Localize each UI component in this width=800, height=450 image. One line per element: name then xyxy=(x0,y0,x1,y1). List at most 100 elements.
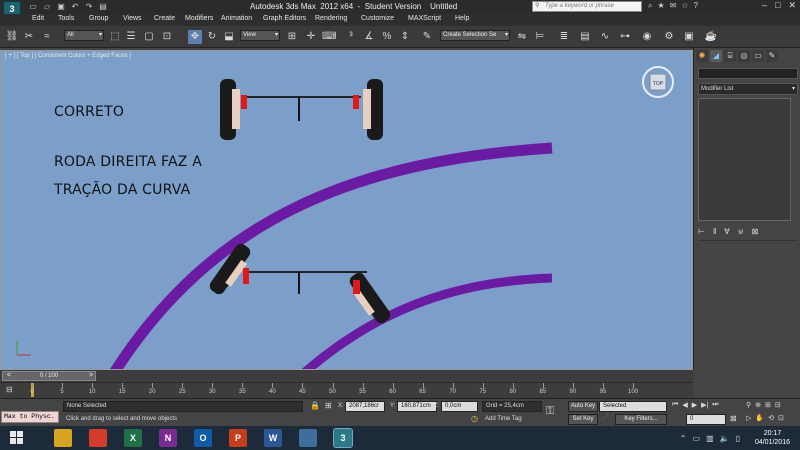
modify-icon[interactable]: ◢ xyxy=(710,50,722,62)
utilities-icon[interactable]: ✎ xyxy=(766,50,778,62)
graphite-ribbon-icon[interactable]: ▤ xyxy=(578,30,592,44)
search-icon[interactable]: ⌕ xyxy=(648,1,652,11)
maxscript-listener[interactable]: Max to Physc. xyxy=(1,411,59,423)
open-file-icon[interactable]: ▱ xyxy=(42,2,52,11)
modifier-list-dropdown[interactable]: Modifier List ▾ xyxy=(698,83,798,95)
menu-animation[interactable]: Animation xyxy=(221,15,252,22)
render-setup-icon[interactable]: ⚙ xyxy=(662,30,676,44)
spinner-snap-icon[interactable]: ⇕ xyxy=(398,30,412,44)
menu-create[interactable]: Create xyxy=(154,15,175,22)
schematic-view-icon[interactable]: ⊶ xyxy=(618,30,632,44)
bottom-axle-assembly[interactable] xyxy=(207,241,392,327)
select-object-icon[interactable]: ⬚ xyxy=(108,30,122,44)
pin-stack-icon[interactable]: ⊢ xyxy=(698,227,705,236)
minimize-button[interactable]: – xyxy=(762,0,767,11)
next-frame-icon[interactable]: > xyxy=(89,372,93,380)
select-by-name-icon[interactable]: ☰ xyxy=(124,30,138,44)
unlink-icon[interactable]: ✂ xyxy=(22,30,36,44)
default-in-out-tangents-icon[interactable]: ⋰ xyxy=(601,413,609,422)
hierarchy-icon[interactable]: ⌸ xyxy=(724,50,736,62)
menu-customize[interactable]: Customize xyxy=(361,15,394,22)
excel-icon[interactable]: X xyxy=(124,429,142,447)
render-production-icon[interactable]: ☕ xyxy=(704,30,718,44)
volume-icon[interactable]: 🔈 xyxy=(720,434,730,443)
configure-modifier-sets-icon[interactable]: ⊠ xyxy=(752,227,759,236)
word-icon[interactable]: W xyxy=(264,429,282,447)
top-axle-assembly[interactable] xyxy=(220,79,383,140)
select-manipulate-icon[interactable]: ✛ xyxy=(304,30,318,44)
snaps-toggle-icon[interactable]: ³ xyxy=(344,30,358,44)
field-of-view-icon[interactable]: ▷ xyxy=(746,414,751,422)
rendered-frame-window-icon[interactable]: ▣ xyxy=(682,30,696,44)
edit-named-selection-icon[interactable]: ✎ xyxy=(420,30,434,44)
object-name-field[interactable] xyxy=(698,68,798,79)
lock-selection-icon[interactable]: 🔒 xyxy=(310,401,320,410)
menu-views[interactable]: Views xyxy=(123,15,142,22)
clock[interactable]: 20:17 04/01/2016 xyxy=(755,429,790,447)
zoom-extents-all-icon[interactable]: ⊟ xyxy=(775,401,781,409)
keyboard-shortcut-override-icon[interactable]: ⌨ xyxy=(322,30,336,44)
align-icon[interactable]: ⊨ xyxy=(533,30,547,44)
key-filters-button[interactable]: Key Filters... xyxy=(615,414,667,425)
angle-snap-icon[interactable]: ∡ xyxy=(362,30,376,44)
time-tag-icon[interactable]: ◷ xyxy=(471,414,478,423)
bind-space-warp-icon[interactable]: ≈ xyxy=(40,30,54,44)
named-selection-set-dropdown[interactable]: Create Selection Se ▾ xyxy=(440,30,510,41)
x-coordinate-field[interactable]: 2087,186cr xyxy=(345,401,385,412)
time-slider-thumb[interactable]: < 0 / 100 > xyxy=(2,371,96,381)
new-file-icon[interactable]: ▭ xyxy=(28,2,38,11)
3dsmax-icon[interactable]: 3 xyxy=(333,428,353,448)
battery-icon[interactable]: ▭ xyxy=(693,434,701,443)
menu-tools[interactable]: Tools xyxy=(58,15,74,22)
add-time-tag[interactable]: Add Time Tag xyxy=(485,416,522,422)
powerpoint-icon[interactable]: P xyxy=(229,429,247,447)
save-icon[interactable]: ▣ xyxy=(56,2,66,11)
communication-icon[interactable]: ✉ xyxy=(670,1,677,11)
z-coordinate-field[interactable]: 0,0cm xyxy=(441,401,478,412)
viewcube[interactable]: TOP xyxy=(642,66,674,98)
menu-maxscript[interactable]: MAXScript xyxy=(408,15,441,22)
set-key-button[interactable]: Set Key xyxy=(568,414,598,425)
outlook-icon[interactable]: O xyxy=(194,429,212,447)
current-frame-field[interactable]: 0 xyxy=(686,414,726,425)
display-icon[interactable]: ▭ xyxy=(752,50,764,62)
previous-frame-icon[interactable]: < xyxy=(7,372,11,380)
absolute-mode-icon[interactable]: ⊞ xyxy=(325,401,332,410)
redo-icon[interactable]: ↷ xyxy=(84,2,94,11)
zoom-all-icon[interactable]: ⊕ xyxy=(755,401,761,409)
next-key-icon[interactable]: ▶| xyxy=(701,401,708,409)
show-end-result-icon[interactable]: ‖ xyxy=(713,227,716,236)
layer-manager-icon[interactable]: ≣ xyxy=(557,30,571,44)
onenote-icon[interactable]: N xyxy=(159,429,177,447)
photos-icon[interactable] xyxy=(299,429,317,447)
start-button[interactable] xyxy=(10,431,24,445)
window-crossing-icon[interactable]: ⊡ xyxy=(160,30,174,44)
maximize-button[interactable]: □ xyxy=(775,0,780,11)
orbit-icon[interactable]: ⟲ xyxy=(768,414,774,422)
modifier-stack[interactable] xyxy=(698,98,791,221)
go-to-start-icon[interactable]: ⏮ xyxy=(672,401,678,409)
file-explorer-icon[interactable] xyxy=(54,429,72,447)
favorites-icon[interactable]: ☆ xyxy=(681,1,688,11)
zoom-extents-icon[interactable]: ⊞ xyxy=(765,401,771,409)
menu-rendering[interactable]: Rendering xyxy=(315,15,347,22)
notifications-icon[interactable]: ▯ xyxy=(736,434,740,443)
menu-help[interactable]: Help xyxy=(455,15,469,22)
create-icon[interactable]: ✺ xyxy=(696,50,708,62)
make-unique-icon[interactable]: ∀ xyxy=(724,227,729,236)
menu-edit[interactable]: Edit xyxy=(32,15,44,22)
menu-modifiers[interactable]: Modifiers xyxy=(185,15,213,22)
zoom-icon[interactable]: ⚲ xyxy=(746,401,751,409)
chevron-up-icon[interactable]: ⌃ xyxy=(680,434,687,443)
network-icon[interactable]: ▥ xyxy=(706,434,714,443)
mini-curve-editor-icon[interactable]: ⊟ xyxy=(6,385,13,394)
select-and-link-icon[interactable]: ⛓ xyxy=(5,30,19,44)
auto-key-button[interactable]: Auto Key xyxy=(568,401,598,412)
play-icon[interactable]: ▶ xyxy=(692,401,697,409)
menu-graph-editors[interactable]: Graph Editors xyxy=(263,15,306,22)
select-and-move-icon[interactable]: ✥ xyxy=(188,30,202,44)
set-key-icon[interactable]: ⚿ xyxy=(546,405,554,418)
rectangular-selection-icon[interactable]: ▢ xyxy=(142,30,156,44)
mirror-icon[interactable]: ⇋ xyxy=(515,30,529,44)
key-mode-dropdown[interactable]: Selected xyxy=(599,401,667,412)
